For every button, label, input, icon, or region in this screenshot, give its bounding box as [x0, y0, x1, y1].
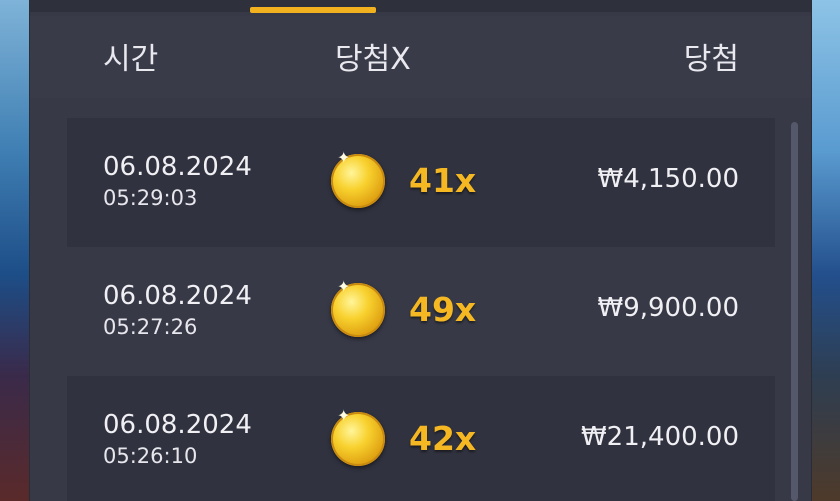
gold-coin-icon: ✦ [331, 406, 385, 466]
gold-coin-icon: ✦ [331, 277, 385, 337]
row-multiplier: 49x [409, 290, 477, 329]
gold-coin-icon: ✦ [331, 148, 385, 208]
row-multiplier: 42x [409, 419, 477, 458]
header-time: 시간 [103, 42, 159, 77]
row-time: 05:27:26 [103, 315, 198, 339]
tab-bar [30, 0, 811, 13]
table-row[interactable]: 06.08.2024 05:29:03 ✦ 41x ₩4,150.00 [67, 118, 775, 247]
history-panel: 시간 당첨X 당첨 06.08.2024 05:29:03 ✦ 41x ₩4,1… [29, 0, 812, 501]
row-time: 05:29:03 [103, 186, 198, 210]
table-header: 시간 당첨X 당첨 [30, 16, 811, 98]
row-amount: ₩4,150.00 [597, 164, 740, 194]
row-date: 06.08.2024 [103, 281, 252, 311]
table-row[interactable]: 06.08.2024 05:27:26 ✦ 49x ₩9,900.00 [67, 247, 775, 376]
row-amount: ₩9,900.00 [597, 293, 740, 323]
row-date: 06.08.2024 [103, 410, 252, 440]
history-list[interactable]: 06.08.2024 05:29:03 ✦ 41x ₩4,150.00 06.0… [67, 118, 775, 501]
table-row[interactable]: 06.08.2024 05:26:10 ✦ 42x ₩21,400.00 [67, 376, 775, 501]
header-multiplier: 당첨X [335, 42, 411, 77]
row-time: 05:26:10 [103, 444, 198, 468]
game-background-left [0, 0, 30, 501]
row-multiplier: 41x [409, 161, 477, 200]
row-amount: ₩21,400.00 [580, 422, 739, 452]
row-date: 06.08.2024 [103, 152, 252, 182]
active-tab-indicator [250, 7, 376, 13]
header-win: 당첨 [683, 42, 739, 77]
scrollbar[interactable] [791, 122, 798, 501]
game-background-right [810, 0, 840, 501]
